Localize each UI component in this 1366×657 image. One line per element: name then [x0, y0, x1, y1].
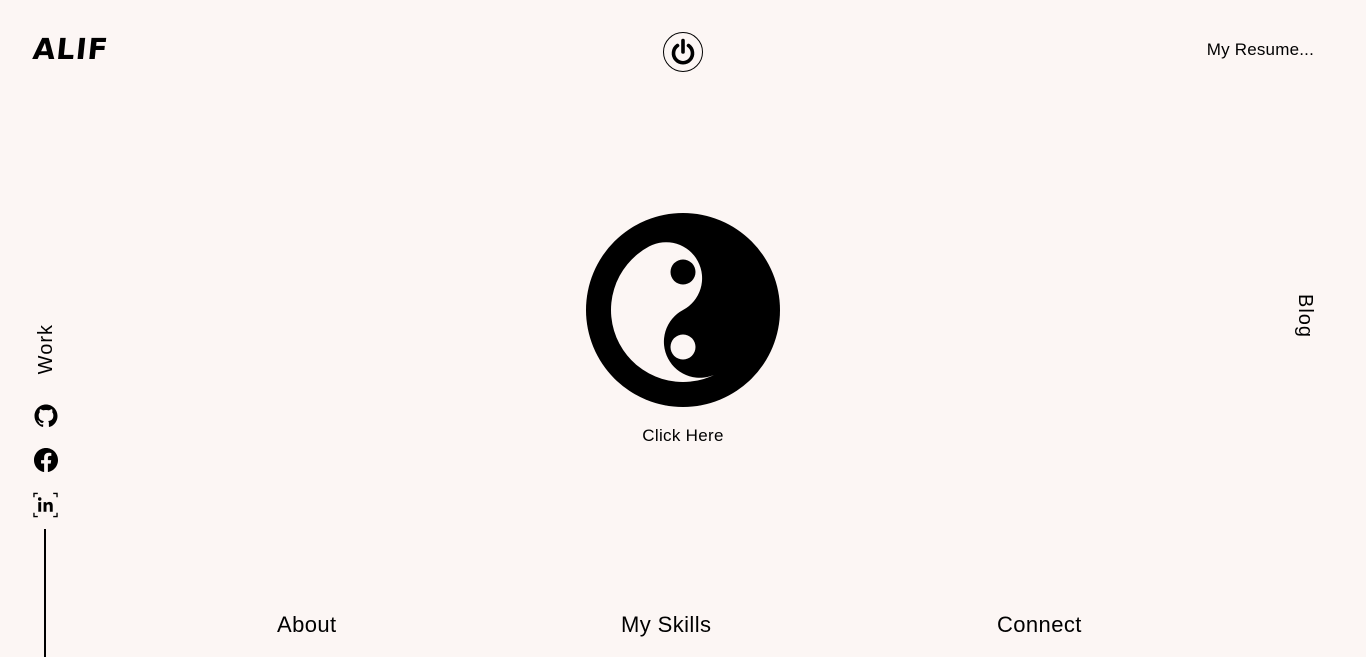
power-button[interactable] [663, 32, 703, 72]
power-icon [671, 38, 695, 65]
nav-my-skills[interactable]: My Skills [621, 612, 711, 638]
github-icon [34, 404, 58, 427]
nav-about[interactable]: About [277, 612, 337, 638]
linkedin-icon [33, 492, 58, 517]
facebook-link[interactable] [33, 447, 58, 472]
facebook-icon [33, 447, 58, 472]
nav-connect[interactable]: Connect [997, 612, 1082, 638]
linkedin-link[interactable] [33, 492, 58, 517]
yin-yang-button[interactable] [586, 213, 780, 407]
page: ALIF My Resume... Blog Work Click Here A… [0, 0, 1366, 657]
github-link[interactable] [33, 403, 58, 428]
blog-link[interactable]: Blog [1293, 294, 1316, 338]
click-here-label: Click Here [642, 426, 724, 445]
yin-yang-icon [586, 213, 780, 407]
side-divider-line [44, 529, 46, 657]
work-link[interactable]: Work [35, 324, 58, 374]
resume-link[interactable]: My Resume... [1207, 40, 1314, 60]
logo[interactable]: ALIF [31, 32, 110, 66]
